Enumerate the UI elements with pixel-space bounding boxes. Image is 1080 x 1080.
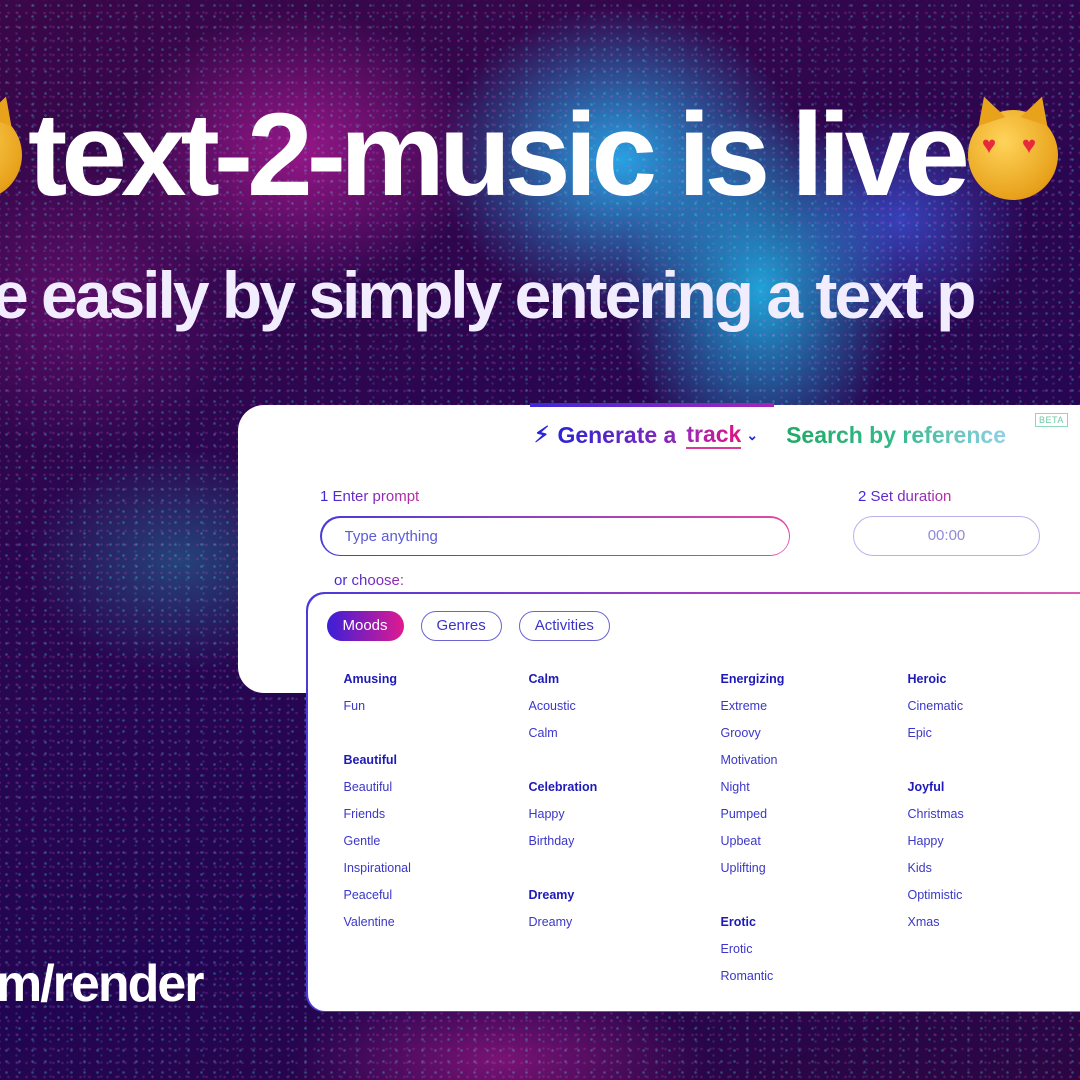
mood-group-title[interactable]: Dreamy: [529, 886, 721, 913]
mood-group-title[interactable]: Heroic: [908, 670, 1080, 697]
mood-item[interactable]: Groovy: [721, 724, 908, 751]
prompt-input[interactable]: [321, 517, 789, 555]
generate-mode-label[interactable]: Generate a: [557, 422, 676, 449]
mood-group-title[interactable]: Joyful: [908, 778, 1080, 805]
mood-item[interactable]: Night: [721, 778, 908, 805]
mode-bar: ⚡︎ Generate a track ⌄ Search by referenc…: [534, 421, 1006, 450]
mood-group-title[interactable]: Energizing: [721, 670, 908, 697]
category-picker: Moods Genres Activities Amusing Fun Beauti…: [306, 592, 1080, 1012]
headline-text: text-2-music is live: [28, 89, 970, 221]
tab-genres[interactable]: Genres: [420, 610, 502, 641]
duration-input[interactable]: 00:00: [853, 516, 1040, 556]
mood-group-title[interactable]: Beautiful: [344, 751, 529, 778]
mood-item[interactable]: Valentine: [344, 913, 529, 940]
mood-item[interactable]: Epic: [908, 724, 1080, 751]
mood-item[interactable]: Kids: [908, 859, 1080, 886]
mood-item[interactable]: Extreme: [721, 697, 908, 724]
beta-badge: BETA: [1035, 413, 1068, 427]
mood-item[interactable]: Optimistic: [908, 886, 1080, 913]
mood-group: Celebration Happy Birthday: [529, 778, 721, 859]
category-tabs: Moods Genres Activities: [326, 610, 610, 641]
set-duration-label: 2 Set duration: [858, 488, 952, 505]
headline: text-2-music is live ♥ ♥: [0, 89, 1058, 221]
mood-column: Amusing Fun Beautiful Beautiful Friends Gentl…: [344, 670, 529, 994]
or-choose-label: or choose:: [334, 572, 405, 589]
mood-columns: Amusing Fun Beautiful Beautiful Friends Gentl…: [344, 670, 1080, 994]
lightning-bolt-icon: ⚡︎: [534, 422, 550, 448]
mood-column: Heroic Cinematic Epic Joyful Christmas Happy K…: [908, 670, 1080, 994]
mood-item[interactable]: Inspirational: [344, 859, 529, 886]
heart-eyes-cat-emoji-icon: ♥ ♥: [967, 92, 1058, 200]
tab-moods[interactable]: Moods: [326, 610, 404, 641]
url-text: m/render: [0, 955, 205, 1013]
mood-group: Dreamy Dreamy: [529, 886, 721, 940]
mood-item[interactable]: Gentle: [344, 832, 529, 859]
mood-item[interactable]: Motivation: [721, 751, 908, 778]
mood-item[interactable]: Xmas: [908, 913, 1080, 940]
mood-item[interactable]: Peaceful: [344, 886, 529, 913]
enter-prompt-label: 1 Enter prompt: [320, 488, 420, 505]
mood-item[interactable]: Calm: [529, 724, 721, 751]
mood-group: Beautiful Beautiful Friends Gentle Inspirati…: [344, 751, 529, 940]
mood-item[interactable]: Dreamy: [529, 913, 721, 940]
generate-type-value: track: [686, 421, 742, 450]
mood-group: Heroic Cinematic Epic: [908, 670, 1080, 751]
tab-activities[interactable]: Activities: [518, 610, 610, 641]
mood-item[interactable]: Happy: [908, 832, 1080, 859]
search-by-reference-tab[interactable]: Search by reference: [786, 422, 1006, 449]
mood-item[interactable]: Pumped: [721, 805, 908, 832]
mood-group: Energizing Extreme Groovy Motivation Night Pu…: [721, 670, 908, 886]
mood-item[interactable]: Upbeat: [721, 832, 908, 859]
mood-item[interactable]: Beautiful: [344, 778, 529, 805]
mood-item[interactable]: Uplifting: [721, 859, 908, 886]
mood-group: Amusing Fun: [344, 670, 529, 724]
mood-group-title[interactable]: Calm: [529, 670, 721, 697]
mood-item[interactable]: Friends: [344, 805, 529, 832]
chevron-down-icon: ⌄: [746, 426, 759, 443]
cat-emoji-icon: [0, 92, 22, 200]
generate-type-dropdown[interactable]: track ⌄: [686, 421, 759, 450]
mood-item[interactable]: Acoustic: [529, 697, 721, 724]
mood-group: Calm Acoustic Calm: [529, 670, 721, 751]
mood-column: Calm Acoustic Calm Celebration Happy Birthday…: [529, 670, 721, 994]
mood-item[interactable]: Birthday: [529, 832, 721, 859]
subheadline: e easily by simply entering a text p: [0, 258, 976, 332]
mood-item[interactable]: Erotic: [721, 940, 908, 967]
mood-group-title[interactable]: Amusing: [344, 670, 529, 697]
mood-group-title[interactable]: Celebration: [529, 778, 721, 805]
mood-group: Joyful Christmas Happy Kids Optimistic Xmas: [908, 778, 1080, 940]
mood-group-title[interactable]: Erotic: [721, 913, 908, 940]
mood-item[interactable]: Happy: [529, 805, 721, 832]
mood-item[interactable]: Fun: [344, 697, 529, 724]
mood-group: Erotic Erotic Romantic: [721, 913, 908, 994]
prompt-input-container: [320, 516, 790, 556]
mood-item[interactable]: Romantic: [721, 967, 908, 994]
mood-item[interactable]: Cinematic: [908, 697, 1080, 724]
active-mode-indicator: [530, 403, 774, 407]
mood-column: Energizing Extreme Groovy Motivation Night Pu…: [721, 670, 908, 994]
mood-item[interactable]: Christmas: [908, 805, 1080, 832]
